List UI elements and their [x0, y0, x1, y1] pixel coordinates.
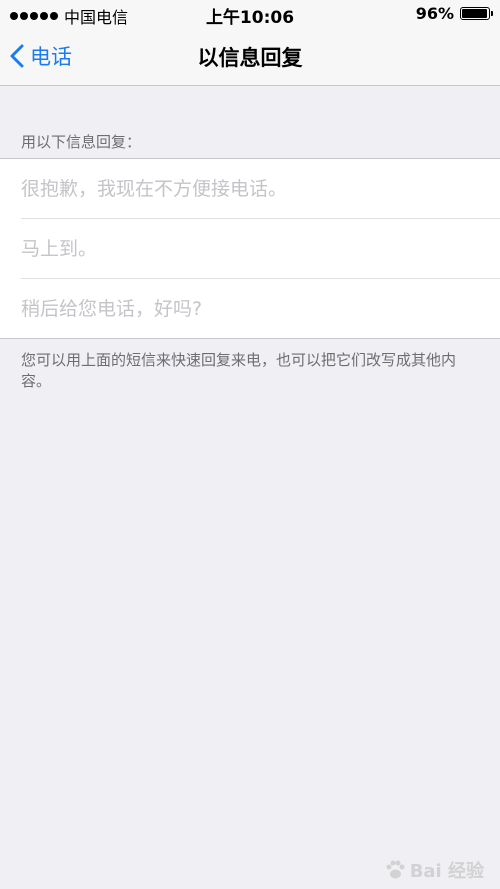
response-field-2[interactable] [21, 219, 481, 278]
response-row [21, 278, 500, 338]
battery-icon [460, 7, 493, 20]
response-row [21, 218, 500, 278]
battery-percent: 96% [415, 4, 454, 23]
footer-note: 您可以用上面的短信来快速回复来电，也可以把它们改写成其他内容。 [21, 351, 457, 390]
status-bar: 中国电信 上午10:06 96% [0, 0, 500, 28]
response-field-3[interactable] [21, 279, 481, 338]
response-row [0, 159, 500, 218]
page-title: 以信息回复 [197, 46, 303, 70]
watermark: Bai 经验 [384, 857, 484, 883]
battery-fill [462, 9, 487, 18]
paw-icon [386, 860, 405, 879]
response-list [0, 158, 500, 339]
section-header: 用以下信息回复： [21, 133, 142, 151]
response-field-1[interactable] [21, 159, 481, 218]
navigation-bar: 电话 以信息回复 [0, 28, 500, 86]
watermark-text: Bai 经验 [409, 861, 484, 882]
status-right: 96% [415, 4, 493, 23]
